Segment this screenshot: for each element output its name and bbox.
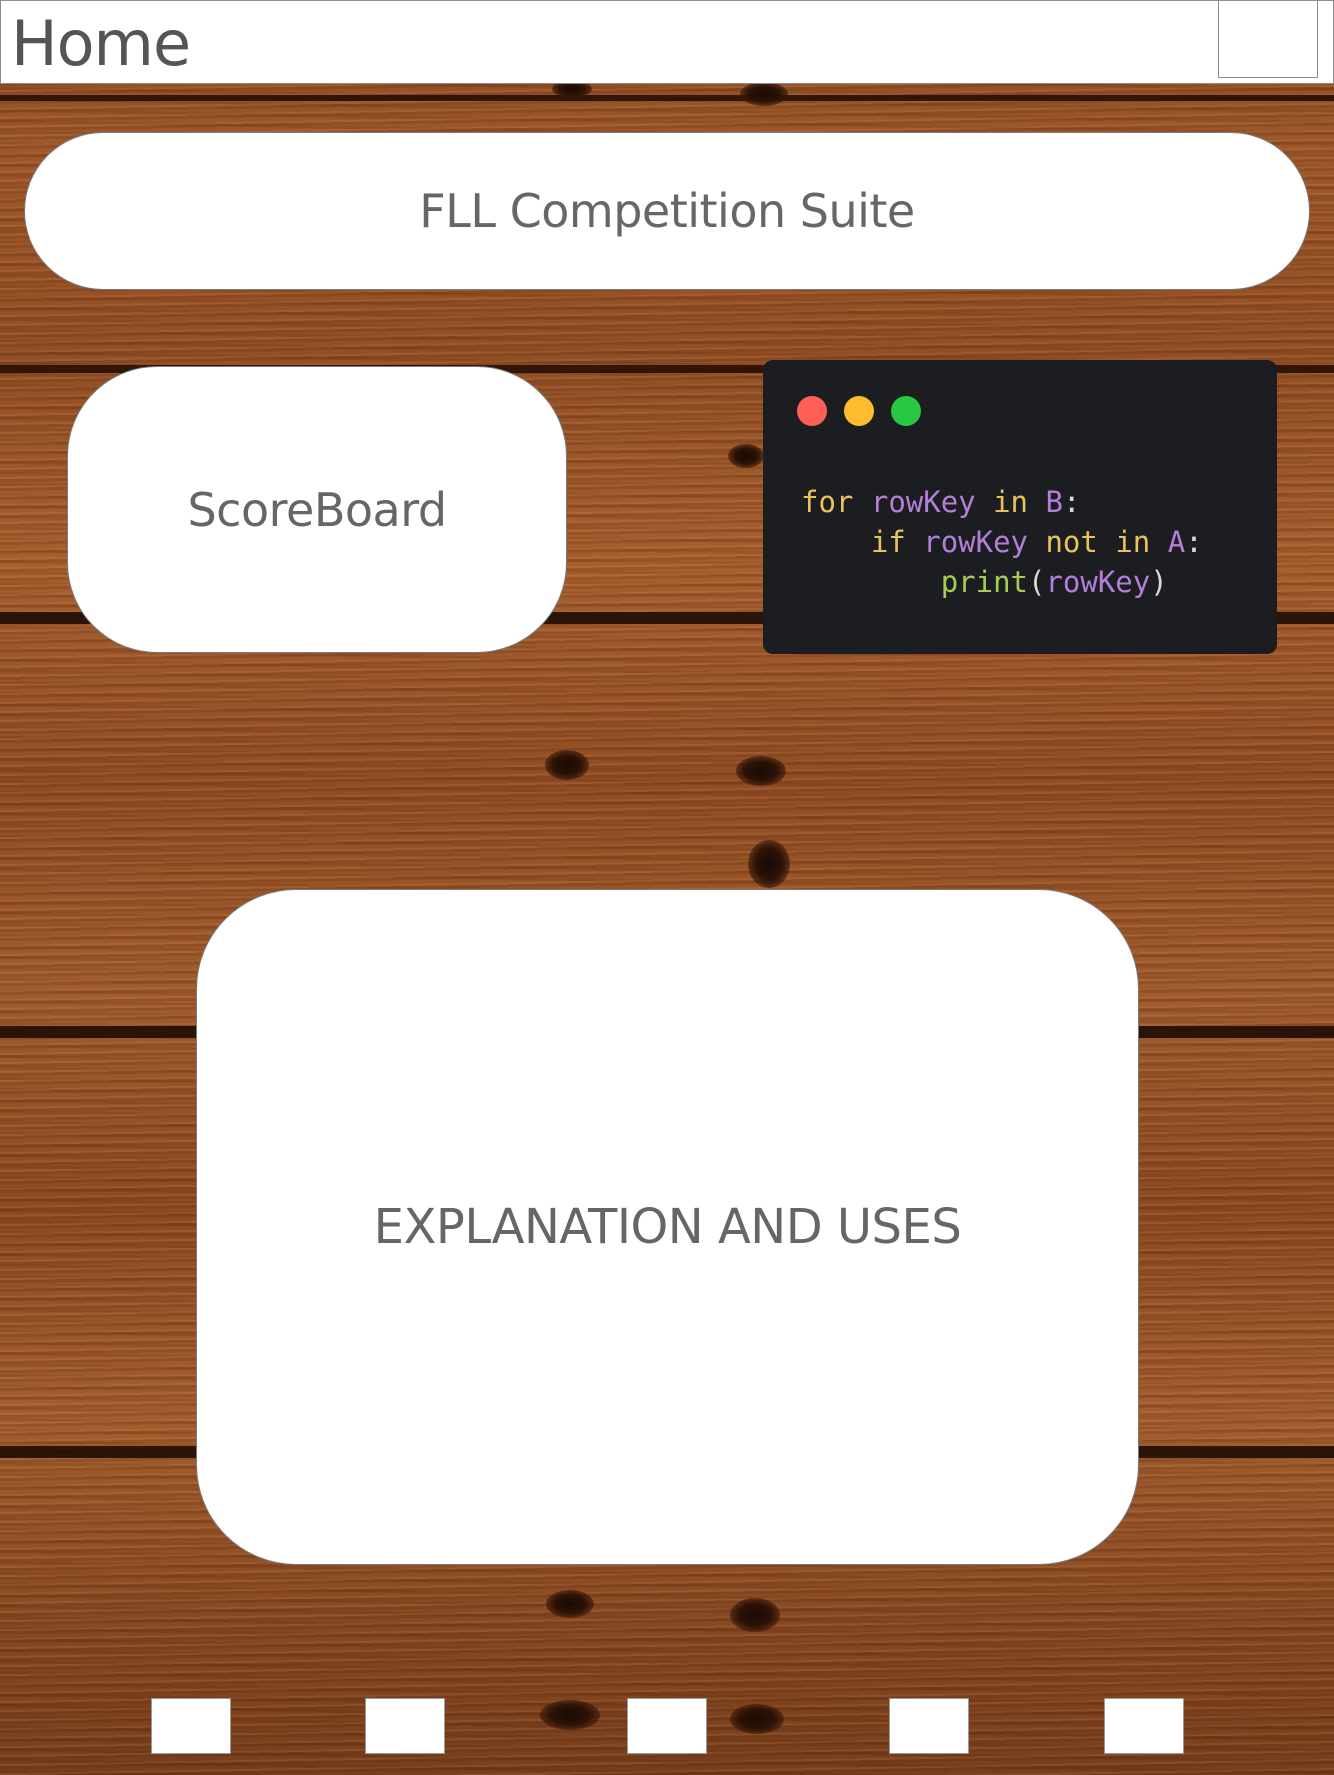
wood-knot: [546, 1590, 594, 1618]
bottom-nav-button-2[interactable]: [365, 1698, 445, 1754]
explanation-and-uses-panel[interactable]: EXPLANATION AND USES: [196, 889, 1139, 1565]
wood-knot: [730, 1598, 780, 1632]
wood-knot: [730, 1704, 784, 1734]
window-minimize-dot-icon: [844, 396, 874, 426]
bottom-nav-button-1[interactable]: [151, 1698, 231, 1754]
app-title-banner: FLL Competition Suite: [24, 132, 1310, 290]
bottom-nav-button-4[interactable]: [889, 1698, 969, 1754]
code-line-1: for rowKey in B:: [801, 485, 1081, 519]
wood-knot: [748, 840, 790, 888]
bottom-nav-button-3[interactable]: [627, 1698, 707, 1754]
wood-knot: [545, 750, 589, 780]
wood-knot: [736, 756, 786, 786]
wood-knot: [540, 1700, 600, 1730]
scoreboard-button[interactable]: ScoreBoard: [67, 366, 567, 653]
header-menu-button[interactable]: [1218, 0, 1318, 78]
header-bar: Home: [0, 0, 1334, 84]
wood-knot: [728, 444, 764, 468]
bottom-nav-button-5[interactable]: [1104, 1698, 1184, 1754]
code-snippet: for rowKey in B: if rowKey not in A: pri…: [801, 482, 1203, 602]
scoreboard-label: ScoreBoard: [187, 482, 447, 537]
app-title: FLL Competition Suite: [419, 184, 915, 238]
window-close-dot-icon: [797, 396, 827, 426]
wood-knot: [740, 82, 788, 106]
code-line-2: if rowKey not in A:: [870, 525, 1203, 559]
code-line-3: print(rowKey): [940, 565, 1168, 599]
explanation-label: EXPLANATION AND USES: [373, 1199, 962, 1255]
window-maximize-dot-icon: [891, 396, 921, 426]
page-title: Home: [11, 7, 191, 80]
